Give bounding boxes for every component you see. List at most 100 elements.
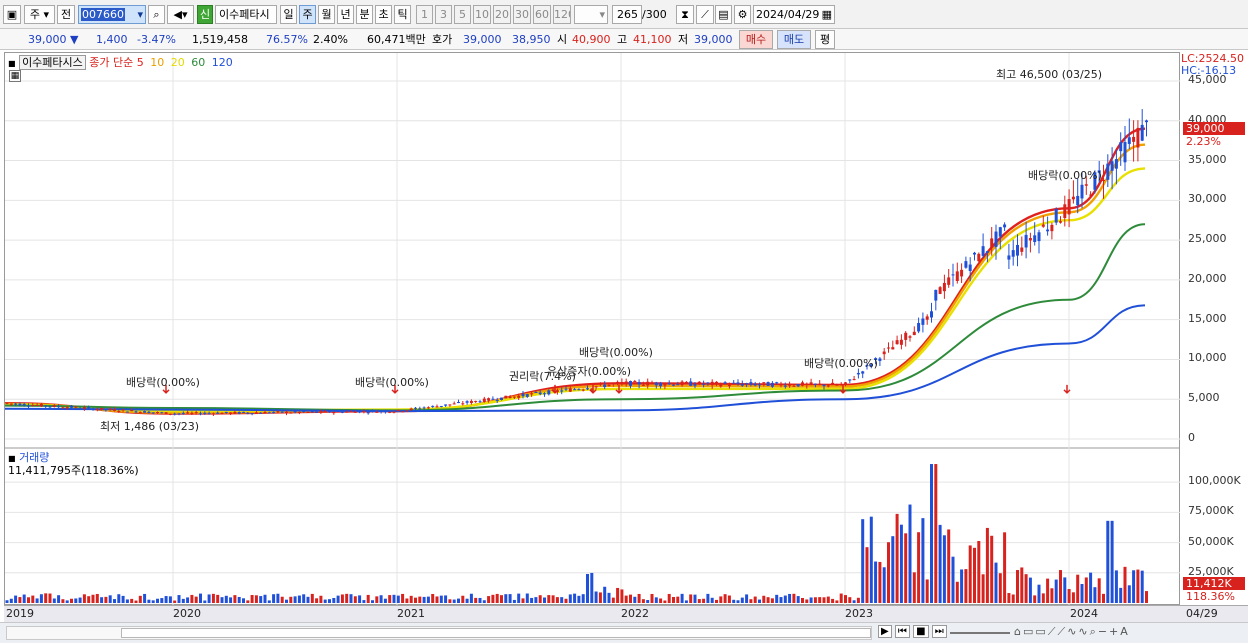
volume-bar <box>1140 570 1144 603</box>
tool-icon[interactable]: ⟋ <box>1048 625 1058 638</box>
interval-120[interactable]: 120 <box>553 5 571 24</box>
tab-weekly[interactable]: 주 <box>299 5 316 24</box>
volume-bar <box>418 596 422 603</box>
sell-button[interactable]: 매도 <box>777 30 811 49</box>
interval-60[interactable]: 60 <box>533 5 551 24</box>
candle-body <box>134 411 138 413</box>
candle-body <box>616 381 620 383</box>
date-input[interactable]: 2024/04/29 ▦ <box>753 5 835 24</box>
candle-body <box>882 351 886 355</box>
tool-icon[interactable]: ⟋ <box>1058 625 1068 638</box>
ask-price: 39,000 <box>463 33 502 46</box>
candle-body <box>267 412 271 414</box>
tool-icon[interactable]: ▭ <box>1035 625 1047 638</box>
search-icon[interactable]: ⌕ <box>148 5 165 24</box>
table-toggle-icon[interactable]: ▦ <box>9 70 21 82</box>
stock-code-input[interactable]: 007660 ▾ <box>78 5 146 24</box>
candle-body <box>482 398 486 403</box>
candle-body <box>925 316 929 320</box>
price-chart-area[interactable] <box>4 52 1181 606</box>
tab-daily[interactable]: 일 <box>280 5 297 24</box>
tab-minute[interactable]: 분 <box>356 5 373 24</box>
scroll-right-icon[interactable]: ▶ <box>878 625 892 638</box>
horizontal-scrollbar[interactable] <box>6 626 872 640</box>
custom-interval-select[interactable]: ▾ <box>574 5 608 24</box>
tool-icon[interactable]: ⌕ <box>1090 625 1098 638</box>
jeon-button[interactable]: 전 <box>57 5 75 24</box>
stop-icon[interactable]: ■ <box>913 625 929 638</box>
volume-bar <box>985 527 989 603</box>
candle-body <box>418 408 422 410</box>
volume-bar <box>108 595 112 603</box>
tab-second[interactable]: 초 <box>375 5 392 24</box>
legend: ■ 이수페타시스 종가 단순 5 10 20 60 120 <box>8 54 233 70</box>
volume-bar <box>353 596 357 603</box>
save-icon[interactable]: ▤ <box>715 5 732 24</box>
avg-button[interactable]: 평 <box>815 30 835 49</box>
interval-5[interactable]: 5 <box>454 5 471 24</box>
ratio-value: 76.57% <box>266 33 308 46</box>
candle-body <box>1003 224 1007 228</box>
interval-3[interactable]: 3 <box>435 5 452 24</box>
candle-body <box>439 405 443 407</box>
x-label-2019: 2019 <box>6 607 34 620</box>
zoom-out-icon[interactable]: − <box>1098 625 1109 638</box>
tool-icon[interactable]: ⌂ <box>1014 625 1023 638</box>
candle-body <box>676 384 680 386</box>
volume-bar <box>706 593 710 603</box>
zoom-in-icon[interactable]: + <box>1109 625 1120 638</box>
ma-line-120 <box>5 304 1146 413</box>
volume-bar <box>121 595 125 603</box>
turnover-value: 2.40% <box>313 33 348 46</box>
tab-yearly[interactable]: 년 <box>337 5 354 24</box>
candle-body <box>1140 124 1144 141</box>
volume-bar <box>865 547 869 603</box>
price-tick-label: 10,000 <box>1188 351 1227 365</box>
candle-body <box>500 397 503 400</box>
tool-icon[interactable]: ∿ <box>1067 625 1078 638</box>
candle-body <box>452 403 456 405</box>
interval-30[interactable]: 30 <box>513 5 531 24</box>
volume-bar <box>1114 570 1118 603</box>
candle-body <box>130 410 134 412</box>
tab-tick[interactable]: 틱 <box>394 5 411 24</box>
tool-icon[interactable]: ▭ <box>1023 625 1035 638</box>
scroll-thumb[interactable] <box>121 628 871 638</box>
candle-body <box>805 383 809 385</box>
font-icon[interactable]: A <box>1120 625 1130 638</box>
candle-icon[interactable]: ⧗ <box>676 5 694 24</box>
period-type-select[interactable]: 주 ▾ <box>24 5 55 24</box>
interval-1[interactable]: 1 <box>416 5 433 24</box>
interval-20[interactable]: 20 <box>493 5 511 24</box>
volume-tick-label: 75,000K <box>1188 504 1234 518</box>
candle-body <box>315 411 319 413</box>
volume-bar <box>538 595 542 603</box>
buy-button[interactable]: 매수 <box>739 30 773 49</box>
annotation-dividend-2: 배당락(0.00%) <box>355 376 429 389</box>
speaker-icon[interactable]: ◀▾ <box>167 5 194 24</box>
legend-stock-name[interactable]: 이수페타시스 <box>19 55 86 70</box>
tab-monthly[interactable]: 월 <box>318 5 335 24</box>
volume-bar <box>1102 593 1105 603</box>
quote-bar: 39,000 ▼ 1,400 -3.47% 1,519,458 76.57% 2… <box>0 29 1248 50</box>
candle-body <box>435 406 439 408</box>
chevron-down-icon: ▾ <box>137 8 143 21</box>
candle-body <box>1054 209 1058 223</box>
candle-body <box>104 409 108 411</box>
count-input[interactable]: 265 <box>612 5 642 24</box>
chart-menu-icon[interactable]: ▣ <box>3 5 21 24</box>
shin-badge[interactable]: 신 <box>197 5 213 24</box>
volume-bar <box>856 597 860 603</box>
candle-body <box>852 379 856 381</box>
last-icon[interactable]: ⏭ <box>931 625 947 638</box>
zoom-slider[interactable] <box>950 632 1010 634</box>
draw-tool-icon[interactable]: ⟋ <box>696 5 714 24</box>
bottom-tools: ⌂▭▭⟋⟋∿∿⌕−+A <box>1014 625 1130 639</box>
first-icon[interactable]: ⏮ <box>894 625 910 638</box>
gear-icon[interactable]: ⚙ <box>734 5 751 24</box>
candle-body <box>478 401 482 403</box>
interval-10[interactable]: 10 <box>473 5 491 24</box>
tool-icon[interactable]: ∿ <box>1078 625 1089 638</box>
volume-bar <box>560 597 564 603</box>
trade-amount: 60,471백만 <box>367 33 426 46</box>
